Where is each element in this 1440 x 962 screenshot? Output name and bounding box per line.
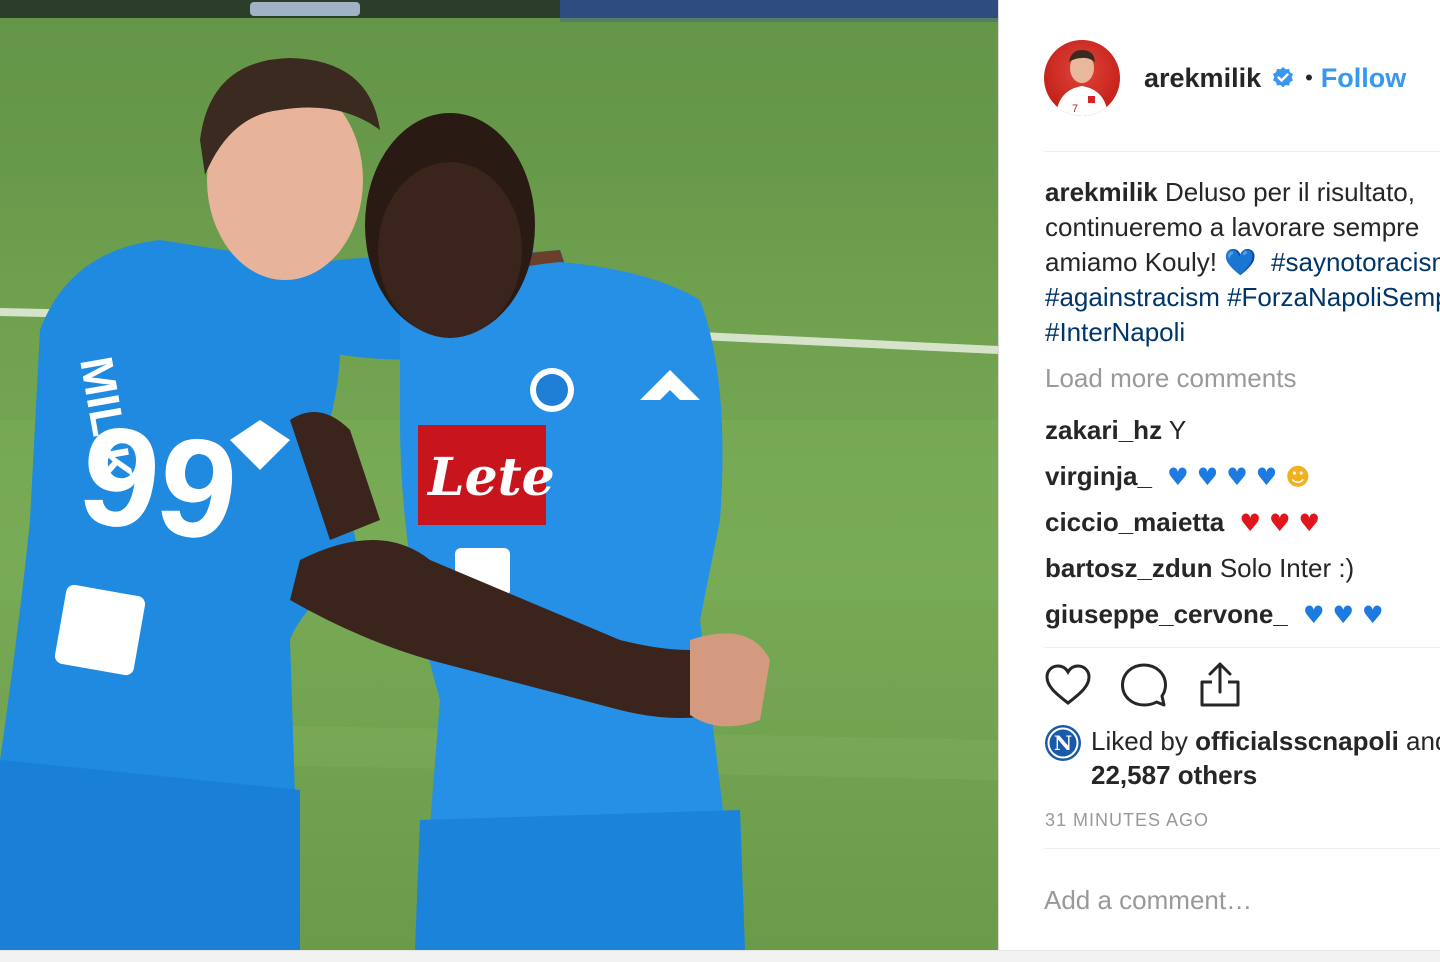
hashtag-forzanapolisempre[interactable]: #ForzaNapoliSempre <box>1227 282 1440 312</box>
action-bar <box>1044 660 1272 710</box>
share-icon <box>1200 662 1240 707</box>
comment-username[interactable]: ciccio_maietta <box>1045 507 1224 537</box>
post-author-username[interactable]: arekmilik <box>1144 63 1261 94</box>
avatar[interactable]: 7 <box>1044 40 1120 116</box>
napoli-logo-icon[interactable]: N <box>1044 724 1082 762</box>
comment-list: zakari_hz Y virginja_ ♥ ♥ ♥ ♥ ☻ ciccio_maiet… <box>1045 412 1440 642</box>
red-heart-icon: ♥ <box>1268 509 1291 537</box>
header-separator: • <box>1305 65 1313 90</box>
likes-prefix: Liked by <box>1091 726 1188 756</box>
comment-text: Solo Inter :) <box>1219 553 1355 583</box>
comment-username[interactable]: zakari_hz <box>1045 415 1162 445</box>
caption-line-2: continueremo a lavorare sempre <box>1045 212 1420 242</box>
likes-line-1: Liked by officialsscnapoli and <box>1091 726 1440 757</box>
share-button[interactable] <box>1196 661 1244 709</box>
blue-heart-icon: ♥ <box>1332 601 1355 629</box>
avatar-image: 7 <box>1056 50 1108 116</box>
post-sidebar: 7 arekmilik • Follow arekmilik Deluso pe… <box>1000 0 1440 950</box>
post-caption: arekmilik Deluso per il risultato, conti… <box>1045 175 1440 350</box>
caption-text-1: Deluso per il risultato, <box>1164 177 1415 207</box>
likes-count[interactable]: 22,587 others <box>1091 760 1257 791</box>
shirt-sponsor: Lete <box>426 447 555 508</box>
comment-item: bartosz_zdun Solo Inter :) <box>1045 550 1440 596</box>
blue-heart-icon: ♥ <box>1226 463 1248 491</box>
blue-heart-icon: ♥ <box>1362 601 1384 629</box>
follow-button[interactable]: Follow <box>1321 63 1406 94</box>
comment-button[interactable] <box>1120 661 1168 709</box>
caption-line-4: #againstracism #ForzaNapoliSempre <box>1045 280 1440 315</box>
add-comment-input[interactable] <box>1044 878 1434 922</box>
caption-username[interactable]: arekmilik <box>1045 177 1158 207</box>
caption-text-3: amiamo Kouly! <box>1045 247 1217 277</box>
post-photo[interactable]: 99 MILIK Lete <box>0 0 998 950</box>
post-timestamp[interactable]: 31 MINUTES AGO <box>1045 810 1209 831</box>
liker-username[interactable]: officialsscnapoli <box>1195 726 1399 756</box>
blue-heart-icon: ♥ <box>1303 601 1325 629</box>
blue-heart-icon: 💙 <box>1224 247 1257 277</box>
comment-username[interactable]: giuseppe_cervone_ <box>1045 599 1288 629</box>
timestamp-divider <box>1044 848 1440 849</box>
avatar-shirt-number: 7 <box>1072 103 1078 115</box>
caption-line-3: amiamo Kouly! 💙 #saynotoracism <box>1045 245 1440 280</box>
pane-divider <box>998 0 999 950</box>
caption-line-1: arekmilik Deluso per il risultato, <box>1045 175 1440 210</box>
post-header: 7 arekmilik • Follow <box>1044 38 1440 118</box>
comment-item: giuseppe_cervone_ ♥ ♥ ♥ <box>1045 596 1440 642</box>
hashtag-againstracism[interactable]: #againstracism <box>1045 282 1220 312</box>
verified-badge-icon <box>1273 67 1294 88</box>
blue-heart-icon: ♥ <box>1255 463 1278 491</box>
like-button[interactable] <box>1044 661 1092 709</box>
likes-and: and <box>1406 726 1440 756</box>
blue-heart-icon: ♥ <box>1196 463 1219 491</box>
comment-username[interactable]: bartosz_zdun <box>1045 553 1213 583</box>
comment-item: zakari_hz Y <box>1045 412 1440 458</box>
hashtag-internapoli[interactable]: #InterNapoli <box>1045 317 1185 347</box>
comment-username[interactable]: virginja_ <box>1045 461 1152 491</box>
red-heart-icon: ♥ <box>1239 509 1261 537</box>
load-more-comments-button[interactable]: Load more comments <box>1045 363 1296 394</box>
comments-divider <box>1044 647 1440 648</box>
header-divider <box>1044 151 1440 152</box>
like-icon <box>1045 664 1091 705</box>
caption-line-5: #InterNapoli <box>1045 315 1440 350</box>
heart-eyes-icon: ☻ <box>1285 463 1311 491</box>
bottom-strip <box>0 950 1440 962</box>
post-photo-illustration: 99 MILIK Lete <box>0 0 998 950</box>
red-heart-icon: ♥ <box>1298 509 1320 537</box>
comment-item: ciccio_maietta ♥ ♥ ♥ <box>1045 504 1440 550</box>
comment-item: virginja_ ♥ ♥ ♥ ♥ ☻ <box>1045 458 1440 504</box>
napoli-logo-letter: N <box>1054 731 1072 755</box>
blue-heart-icon: ♥ <box>1167 463 1189 491</box>
hashtag-saynotoracism[interactable]: #saynotoracism <box>1271 247 1440 277</box>
comment-text: Y <box>1168 415 1187 445</box>
comment-icon <box>1121 663 1167 707</box>
